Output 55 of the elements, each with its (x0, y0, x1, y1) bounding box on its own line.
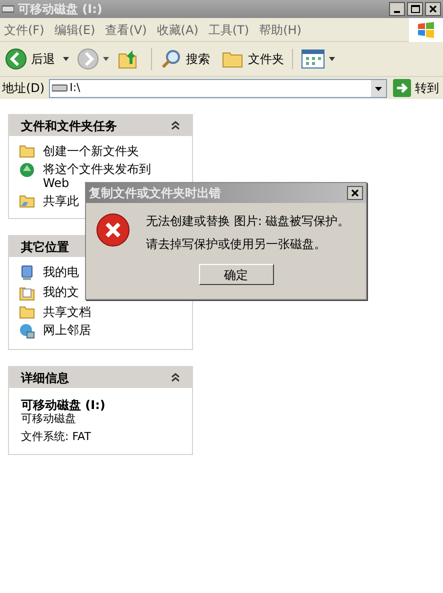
minimize-icon (394, 11, 400, 13)
collapse-icon[interactable] (171, 373, 180, 382)
folder-icon (19, 305, 35, 319)
shared-folder-icon (19, 194, 35, 208)
drive-icon (2, 5, 14, 13)
menu-item[interactable]: 帮助(H) (259, 20, 302, 38)
menu-item[interactable]: 文件(F) (4, 20, 44, 38)
drive-icon (52, 84, 68, 92)
collapse-icon[interactable] (171, 121, 180, 130)
address-value[interactable]: I:\ (70, 80, 371, 96)
close-button[interactable] (347, 186, 363, 200)
error-icon (96, 213, 130, 247)
close-icon (429, 5, 437, 13)
back-button[interactable]: 后退 (1, 48, 73, 70)
drive-type: 可移动磁盘 (21, 412, 77, 426)
dropdown-icon[interactable] (371, 80, 386, 96)
menu-item[interactable]: 收藏(A) (156, 20, 198, 38)
caret-icon (63, 57, 69, 61)
folders-button[interactable]: 文件夹 (214, 49, 292, 69)
views-icon (301, 49, 325, 69)
ok-button[interactable]: 确定 (198, 264, 274, 285)
menu-item[interactable]: 工具(T) (208, 20, 250, 38)
task-link[interactable]: 创建一个新文件夹 (43, 144, 171, 158)
folder-icon (19, 144, 35, 158)
minimize-button[interactable] (389, 2, 405, 16)
drive-name: 可移动磁盘 (I:) (21, 398, 106, 412)
error-message: 请去掉写保护或使用另一张磁盘。 (146, 237, 327, 252)
task-link[interactable]: 共享文档 (43, 305, 171, 319)
caret-icon (103, 57, 109, 61)
address-field[interactable]: I:\ (48, 78, 387, 98)
panel-title: 其它位置 (21, 238, 69, 256)
address-label: 地址(D) (2, 80, 45, 97)
documents-icon (19, 285, 35, 301)
panel-title: 文件和文件夹任务 (21, 118, 117, 134)
maximize-icon (410, 5, 420, 13)
computer-icon (19, 265, 35, 281)
error-message: 无法创建或替换 图片: 磁盘被写保护。 (146, 214, 350, 229)
dialog-title: 复制文件或文件夹时出错 (89, 185, 221, 202)
globe-icon (19, 162, 35, 178)
close-icon (351, 189, 359, 197)
caret-icon (329, 57, 335, 61)
file-system: 文件系统: FAT (21, 430, 92, 444)
panel-title: 详细信息 (21, 370, 69, 386)
network-icon (19, 323, 35, 339)
menu-item[interactable]: 查看(V) (105, 20, 147, 38)
go-button[interactable]: 转到 (391, 79, 441, 97)
close-button[interactable] (425, 2, 441, 16)
search-button[interactable]: 搜索 (151, 48, 214, 70)
task-link[interactable]: 网上邻居 (43, 323, 171, 337)
folder-up-icon (117, 48, 139, 70)
search-icon (160, 48, 182, 70)
flag-logo-icon (417, 22, 435, 38)
window-title: 可移动磁盘 (I:) (18, 1, 102, 18)
maximize-button[interactable] (407, 2, 423, 16)
menu-item[interactable]: 编辑(E) (54, 20, 96, 38)
